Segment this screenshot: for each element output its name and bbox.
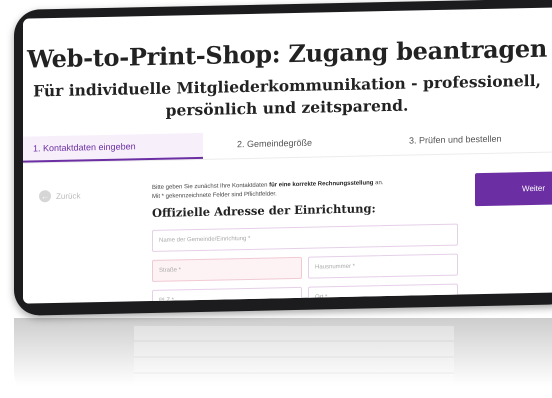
next-label: Weiter	[522, 183, 545, 194]
back-label: Zurück	[56, 190, 81, 201]
reflection-form-ghost	[134, 326, 454, 386]
page-subtitle: Für individuelle Mitgliederkommunikation…	[23, 70, 551, 125]
tablet-frame: Web-to-Print-Shop: Zugang beantragen Für…	[14, 0, 552, 316]
tablet-reflection	[14, 318, 552, 398]
city-field[interactable]: Ort *	[308, 283, 458, 304]
name-field[interactable]: Name der Gemeinde/Einrichtung *	[152, 223, 458, 252]
screen: Web-to-Print-Shop: Zugang beantragen Für…	[23, 7, 552, 304]
intro-bold: für eine korrekte Rechnungsstellung	[269, 180, 374, 189]
form-intro: Bitte geben Sie zunächst Ihre Kontaktdat…	[152, 178, 452, 201]
intro-text-2: an.	[373, 180, 384, 187]
step-bar: 1. Kontaktdaten eingeben 2. Gemeindegröß…	[23, 125, 552, 164]
back-button[interactable]: ← Zurück	[39, 189, 81, 203]
section-title: Offizielle Adresse der Einrichtung:	[152, 201, 376, 220]
step-2-size[interactable]: 2. Gemeindegröße	[237, 138, 312, 150]
step-3-review[interactable]: 3. Prüfen und bestellen	[409, 134, 502, 146]
page-title: Web-to-Print-Shop: Zugang beantragen	[26, 33, 548, 74]
house-number-field[interactable]: Hausnummer *	[308, 253, 458, 279]
arrow-left-icon: ←	[39, 190, 51, 203]
intro-required-note: Mit * gekennzeichnete Felder sind Pflich…	[152, 190, 277, 200]
zip-field[interactable]: PLZ *	[152, 286, 302, 304]
intro-text-1: Bitte geben Sie zunächst Ihre Kontaktdat…	[152, 182, 270, 191]
next-button[interactable]: Weiter →	[475, 171, 552, 207]
street-field[interactable]: Straße *	[152, 256, 302, 282]
